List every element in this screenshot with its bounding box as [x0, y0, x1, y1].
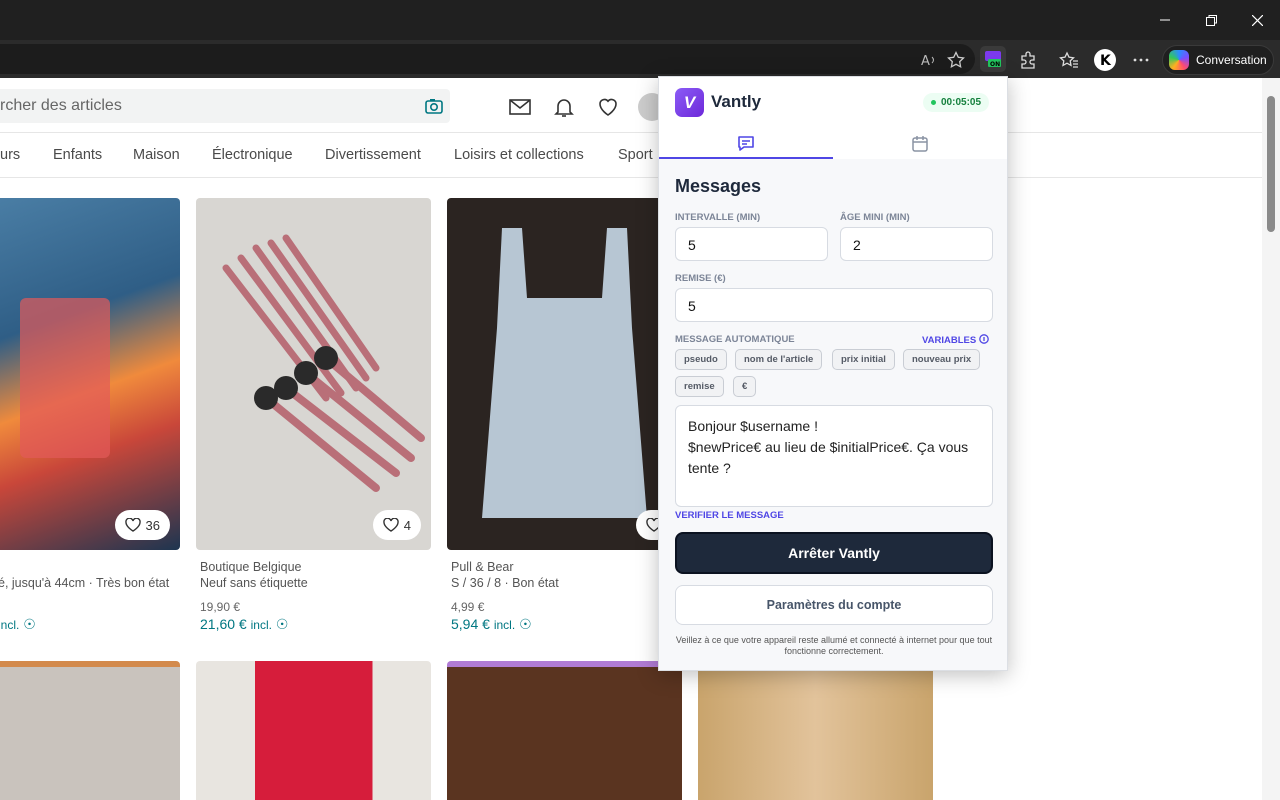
web-page: rcher des articles urs Enfants Maison Él…: [0, 78, 1280, 800]
copilot-conversation-button[interactable]: Conversation: [1162, 45, 1274, 75]
minimize-icon: [1160, 19, 1170, 21]
item-price-incl: 21,60 € incl. ☉: [200, 616, 289, 632]
verify-message-link[interactable]: VERIFIER LE MESSAGE: [675, 510, 784, 521]
discount-input[interactable]: 5: [675, 288, 993, 322]
like-count: 36: [145, 517, 160, 533]
item-subtitle: Neuf sans étiquette: [200, 576, 308, 590]
svg-text:ON: ON: [990, 61, 1000, 68]
close-window-button[interactable]: [1234, 0, 1280, 40]
popup-header: V Vantly 00:05:05: [659, 77, 1007, 129]
item-image[interactable]: [447, 198, 682, 550]
min-age-input[interactable]: 2: [840, 227, 993, 261]
item-image[interactable]: [0, 661, 180, 800]
calendar-icon: [912, 136, 928, 152]
scrollbar-thumb[interactable]: [1267, 96, 1275, 232]
variable-chip[interactable]: nom de l'article: [735, 349, 823, 370]
heart-icon: [124, 518, 141, 532]
variable-chip[interactable]: remise: [675, 376, 724, 397]
tab-messages[interactable]: [659, 129, 833, 159]
interval-label: INTERVALLE (MIN): [675, 212, 761, 223]
item-image[interactable]: 4: [196, 198, 431, 550]
extensions-puzzle-icon[interactable]: [1016, 48, 1040, 72]
notifications-bell-icon[interactable]: [552, 95, 576, 119]
variable-chip[interactable]: pseudo: [675, 349, 727, 370]
item-subtitle: S / 36 / 8 · Bon état: [451, 576, 559, 590]
min-age-label: ÂGE MINI (MIN): [840, 212, 910, 223]
restore-icon: [1205, 14, 1217, 26]
minimize-button[interactable]: [1142, 0, 1188, 40]
vantly-extension-icon[interactable]: ON: [980, 46, 1006, 72]
category-link[interactable]: urs: [0, 147, 20, 163]
search-input[interactable]: rcher des articles: [0, 89, 450, 123]
item-price: 4,99 €: [451, 600, 485, 614]
discount-label: REMISE (€): [675, 273, 726, 284]
tab-schedule[interactable]: [833, 129, 1007, 159]
category-link[interactable]: Sport: [618, 147, 653, 163]
item-price-incl: 5,94 € incl. ☉: [451, 616, 532, 632]
item-price-incl: incl. ☉: [0, 616, 36, 632]
address-bar[interactable]: [0, 44, 975, 74]
close-icon: [1251, 14, 1263, 26]
item-image[interactable]: [447, 661, 682, 800]
window-titlebar: [0, 0, 1280, 40]
category-link[interactable]: Maison: [133, 147, 180, 163]
popup-tabs: [659, 129, 1007, 159]
category-link[interactable]: Électronique: [212, 147, 293, 163]
category-nav: urs Enfants Maison Électronique Divertis…: [0, 132, 1262, 178]
account-settings-button[interactable]: Paramètres du compte: [675, 585, 993, 625]
like-button[interactable]: 36: [114, 510, 170, 540]
svg-text:K: K: [1100, 53, 1112, 69]
category-link[interactable]: Enfants: [53, 147, 102, 163]
more-menu-icon[interactable]: [1129, 48, 1153, 72]
vantly-popup: V Vantly 00:05:05 Messages INTERVALLE (M…: [658, 76, 1008, 671]
interval-input[interactable]: 5: [675, 227, 828, 261]
chat-icon: [738, 136, 754, 151]
conversation-label: Conversation: [1196, 53, 1267, 67]
search-placeholder: rcher des articles: [0, 97, 122, 114]
item-subtitle: é, jusqu'à 44cm · Très bon état: [0, 576, 170, 590]
stop-vantly-button[interactable]: Arrêter Vantly: [675, 532, 993, 574]
item-brand: Pull & Bear: [451, 560, 514, 574]
mail-icon[interactable]: [508, 95, 532, 119]
auto-message-label: MESSAGE AUTOMATIQUE: [675, 334, 795, 345]
favorites-heart-icon[interactable]: [596, 95, 620, 119]
heart-icon: [383, 518, 399, 532]
browser-toolbar: A ON K: [0, 40, 1280, 78]
like-count: 4: [403, 517, 411, 533]
item-image[interactable]: [698, 661, 933, 800]
item-price: 19,90 €: [200, 600, 241, 614]
read-aloud-icon[interactable]: A: [917, 48, 941, 72]
restore-button[interactable]: [1188, 0, 1234, 40]
brush-set-photo: [222, 234, 425, 492]
item-image[interactable]: [196, 661, 431, 800]
copilot-icon: [1169, 50, 1189, 70]
info-icon: [978, 334, 989, 344]
brand-name: Vantly: [711, 92, 762, 111]
camera-search-icon[interactable]: [425, 98, 443, 114]
like-button[interactable]: 4: [372, 510, 421, 540]
svg-text:A: A: [921, 54, 930, 69]
variables-toggle[interactable]: VARIABLES: [922, 334, 989, 346]
favorites-icon[interactable]: [1057, 48, 1081, 72]
category-link[interactable]: Divertissement: [325, 147, 421, 163]
variables-label: VARIABLES: [922, 335, 977, 346]
message-textarea[interactable]: Bonjour $username ! $newPrice€ au lieu d…: [675, 405, 993, 507]
variable-chip[interactable]: €: [733, 376, 757, 397]
connectivity-note: Veillez à ce que votre appareil reste al…: [675, 635, 993, 656]
page-scrollbar[interactable]: [1262, 78, 1280, 800]
variable-chip[interactable]: nouveau prix: [903, 349, 981, 370]
running-timer: 00:05:05: [923, 93, 990, 112]
vantly-logo: V: [675, 88, 704, 117]
profile-avatar[interactable]: K: [1093, 48, 1117, 72]
dress-photo: [482, 228, 647, 518]
section-title: Messages: [675, 176, 762, 196]
item-image[interactable]: 36: [0, 198, 180, 550]
variable-chip[interactable]: prix initial: [832, 349, 895, 370]
favorite-star-icon[interactable]: [944, 48, 968, 72]
item-brand: Boutique Belgique: [200, 560, 302, 574]
category-link[interactable]: Loisirs et collections: [454, 147, 584, 163]
